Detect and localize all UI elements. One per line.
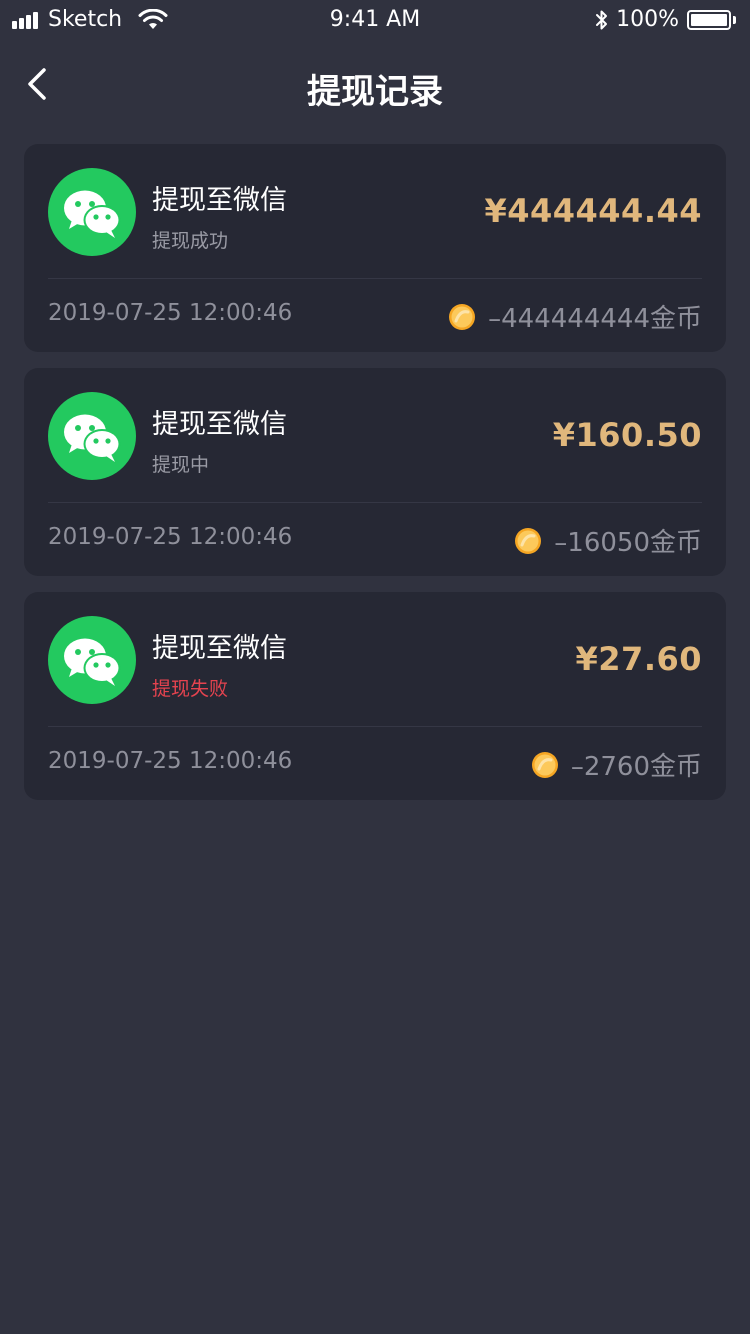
record-title: 提现至微信 (152, 185, 287, 216)
battery-cap (733, 15, 736, 24)
record-status: 提现失败 (152, 678, 229, 700)
wechat-icon (48, 392, 136, 480)
record-top: 提现至微信 提现中 ¥160.50 (48, 368, 702, 503)
battery-percent: 100% (616, 7, 679, 32)
status-bar: Sketch 9:41 AM 100% (0, 0, 750, 40)
record-status: 提现中 (152, 454, 210, 476)
record-coin-amount: –444444444金币 (488, 304, 702, 334)
record-amount: ¥27.60 (575, 640, 702, 678)
record-bottom: 2019-07-25 12:00:46 –16050金币 (48, 502, 702, 576)
gold-coin-icon (515, 527, 542, 554)
record-status: 提现成功 (152, 230, 229, 252)
record-bottom: 2019-07-25 12:00:46 –2760金币 (48, 726, 702, 800)
withdrawal-record-list: 提现至微信 提现成功 ¥444444.44 2019-07-25 12:00:4… (24, 144, 726, 816)
record-coin-amount: –16050金币 (554, 528, 702, 558)
nav-bar: 提现记录 (0, 40, 750, 130)
record-amount: ¥160.50 (552, 416, 702, 454)
battery-icon (687, 9, 731, 30)
gold-coin-icon (531, 751, 558, 778)
gold-coin-icon (449, 303, 476, 330)
record-time: 2019-07-25 12:00:46 (48, 300, 293, 326)
record-amount: ¥444444.44 (484, 192, 702, 230)
record-coins: –16050金币 (514, 522, 702, 559)
status-right: 100% (594, 7, 736, 32)
record-bottom: 2019-07-25 12:00:46 –444444444金币 (48, 278, 702, 352)
record-time: 2019-07-25 12:00:46 (48, 524, 293, 550)
wechat-icon (48, 168, 136, 256)
battery-level (691, 13, 727, 26)
record-time: 2019-07-25 12:00:46 (48, 748, 293, 774)
record-coins: –2760金币 (531, 746, 702, 783)
wechat-icon (48, 616, 136, 704)
withdrawal-record-card[interactable]: 提现至微信 提现成功 ¥444444.44 2019-07-25 12:00:4… (24, 144, 726, 352)
record-coin-amount: –2760金币 (570, 752, 702, 782)
page-title: 提现记录 (307, 72, 443, 112)
withdrawal-record-card[interactable]: 提现至微信 提现失败 ¥27.60 2019-07-25 12:00:46 –2… (24, 592, 726, 800)
record-top: 提现至微信 提现成功 ¥444444.44 (48, 144, 702, 279)
record-title: 提现至微信 (152, 633, 287, 664)
record-coins: –444444444金币 (448, 298, 702, 335)
record-top: 提现至微信 提现失败 ¥27.60 (48, 592, 702, 727)
bluetooth-icon (596, 10, 608, 29)
withdrawal-record-card[interactable]: 提现至微信 提现中 ¥160.50 2019-07-25 12:00:46 –1… (24, 368, 726, 576)
record-title: 提现至微信 (152, 409, 287, 440)
